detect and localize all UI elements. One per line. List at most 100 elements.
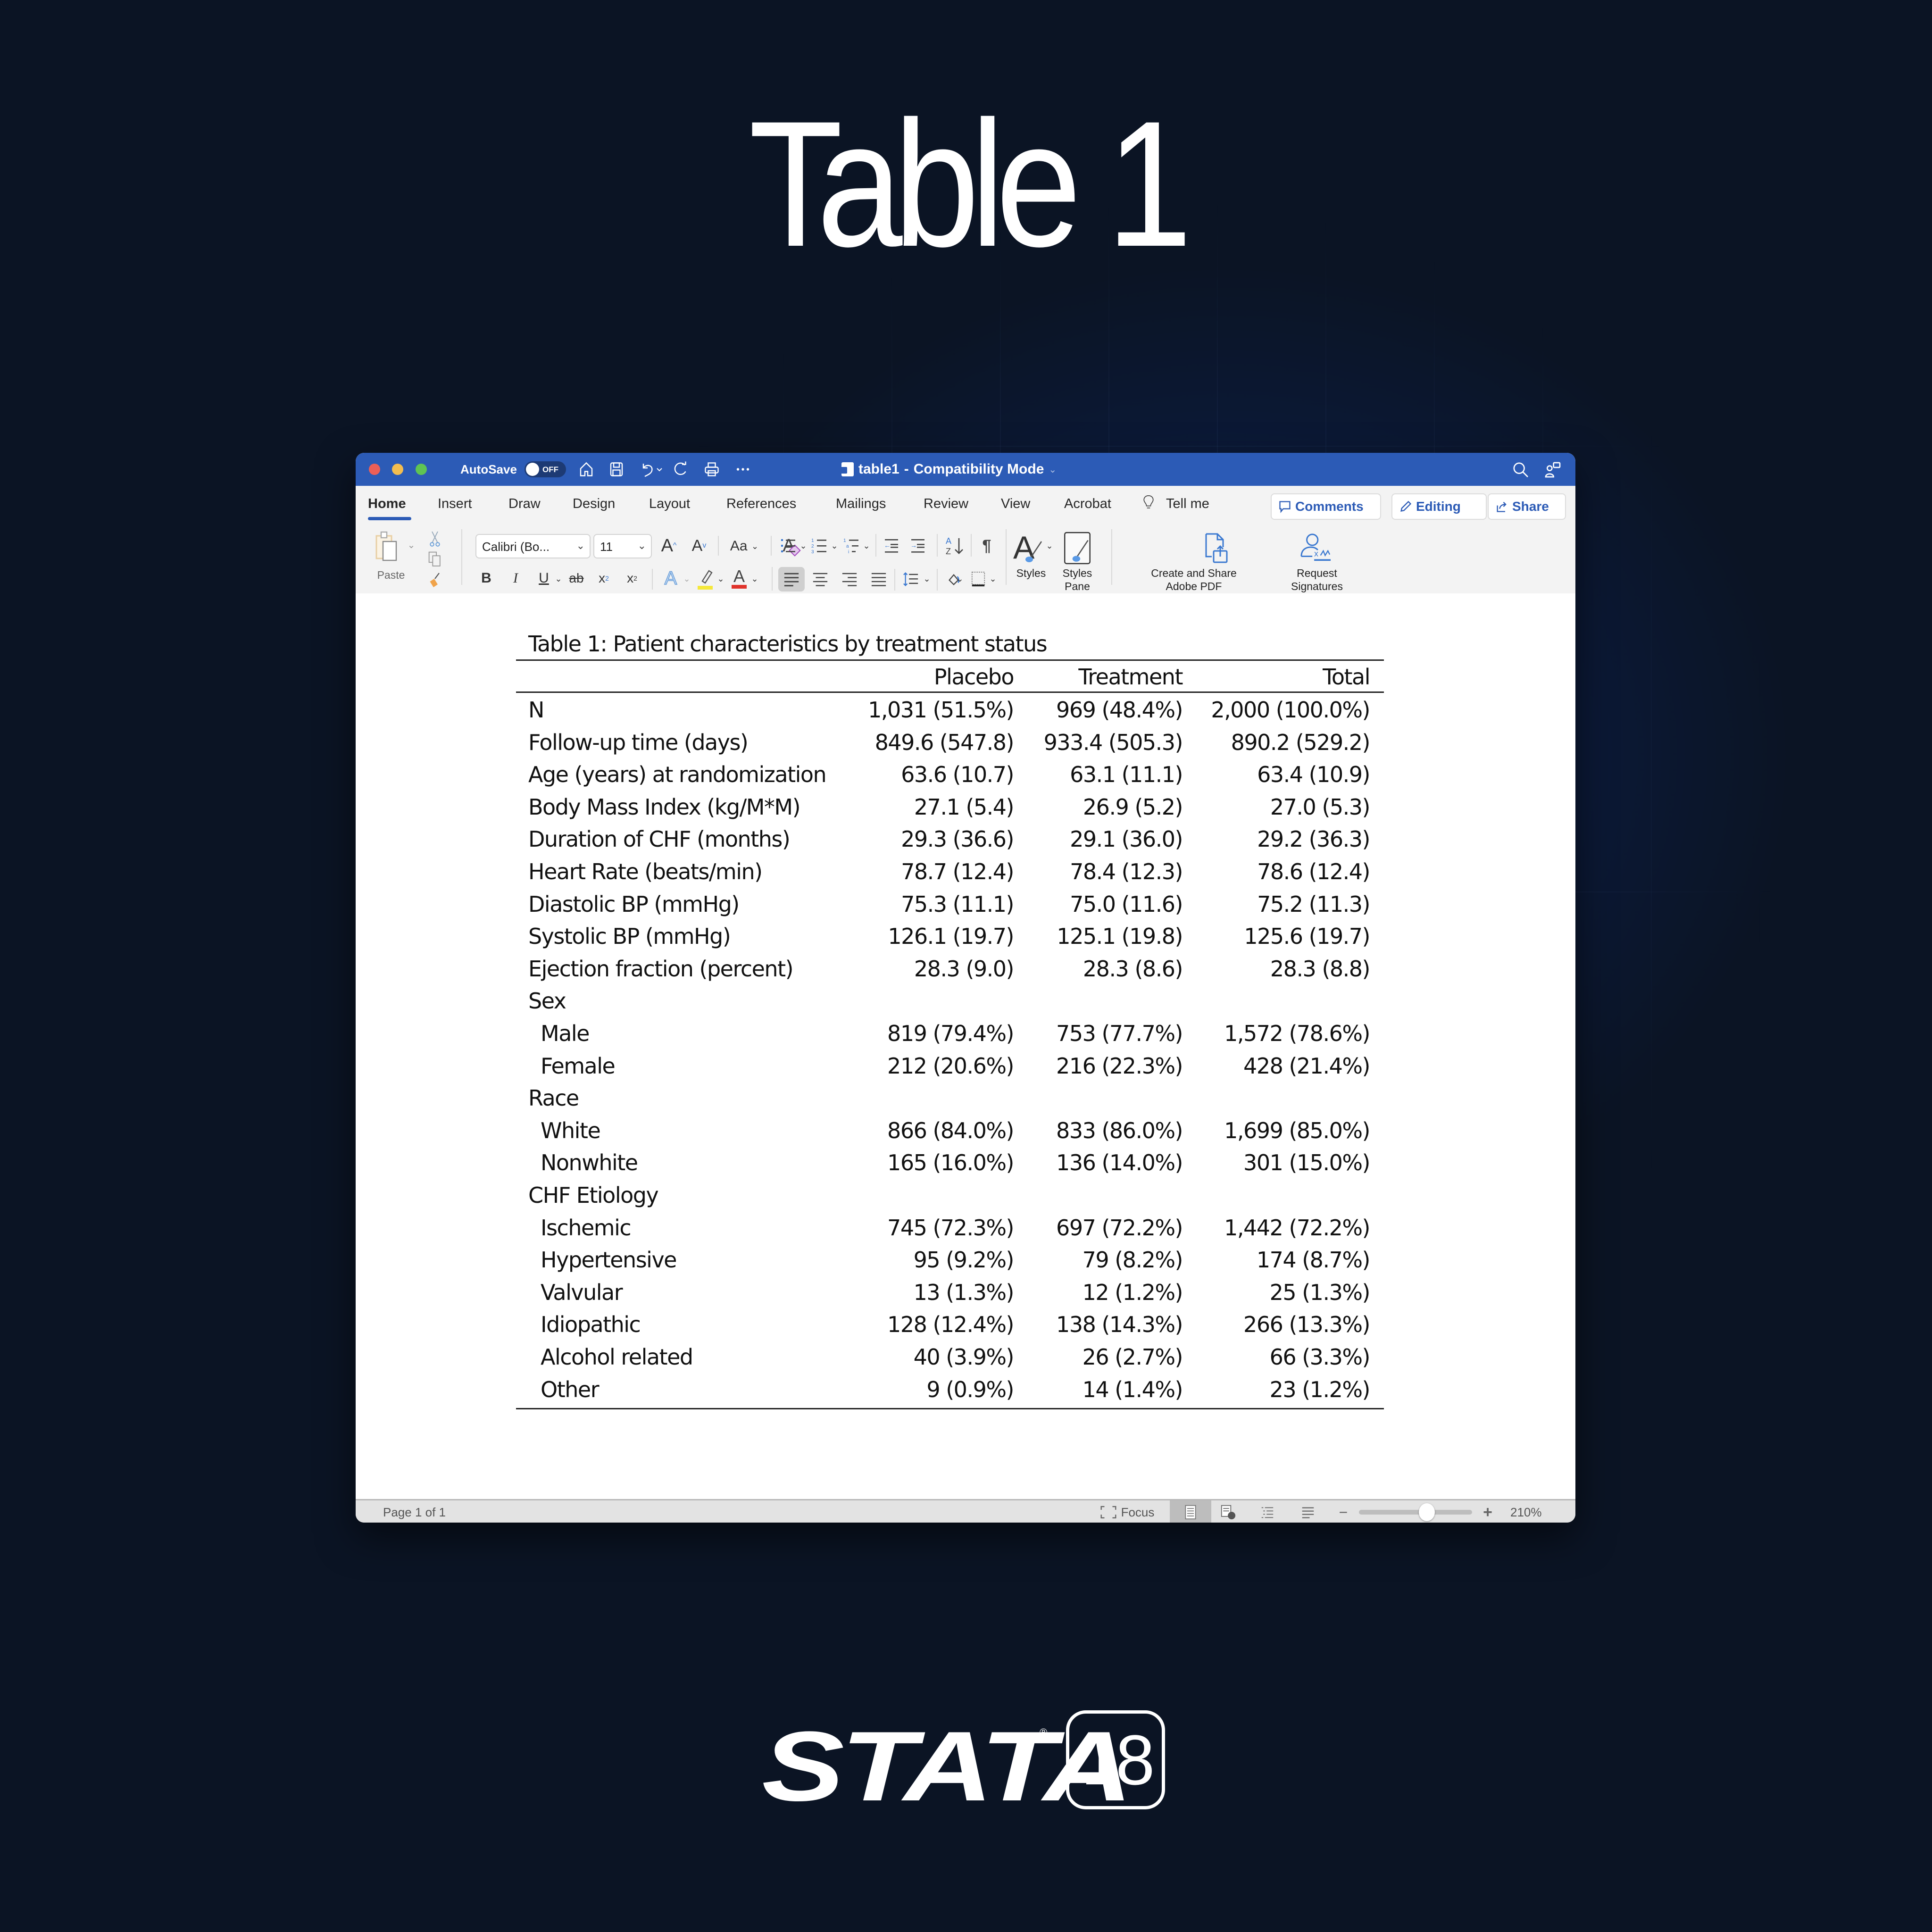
zoom-slider-thumb[interactable]	[1419, 1503, 1435, 1521]
italic-button[interactable]: I	[508, 569, 524, 588]
home-icon[interactable]	[576, 459, 596, 479]
tell-me-search[interactable]: Tell me	[1166, 496, 1209, 512]
grow-font-icon[interactable]: A ^	[658, 534, 680, 558]
superscript-button[interactable]: x2	[623, 569, 641, 588]
header-placebo: Placebo	[933, 664, 1015, 690]
line-spacing-dropdown-icon[interactable]: ⌄	[923, 571, 931, 587]
row-label: Heart Rate (beats/min)	[528, 859, 763, 884]
align-center-button[interactable]	[808, 567, 832, 591]
editing-button[interactable]: Editing	[1391, 493, 1487, 520]
more-icon[interactable]	[733, 459, 753, 479]
redo-icon[interactable]	[671, 459, 691, 479]
font-name-select[interactable]: Calibri (Bo... ⌄	[475, 534, 591, 558]
close-window-button[interactable]	[369, 464, 380, 475]
outline-view-button[interactable]	[1256, 1503, 1279, 1521]
underline-dropdown-icon[interactable]: ⌄	[554, 571, 563, 587]
zoom-level[interactable]: 210%	[1510, 1505, 1542, 1520]
font-size-select[interactable]: 11 ⌄	[593, 534, 652, 558]
create-pdf-icon[interactable]	[1200, 530, 1233, 566]
row-label: Hypertensive	[541, 1247, 677, 1273]
borders-dropdown-icon[interactable]: ⌄	[989, 571, 997, 587]
underline-button[interactable]: U	[536, 569, 552, 588]
tab-design[interactable]: Design	[573, 496, 615, 512]
font-color-dropdown-icon[interactable]: ⌄	[750, 571, 759, 587]
minimize-window-button[interactable]	[392, 464, 403, 475]
zoom-in-button[interactable]: +	[1479, 1503, 1496, 1521]
tab-acrobat[interactable]: Acrobat	[1064, 496, 1111, 512]
tab-draw[interactable]: Draw	[508, 496, 541, 512]
svg-text:1: 1	[843, 538, 846, 543]
comments-button[interactable]: Comments	[1271, 493, 1381, 520]
numbering-dropdown-icon[interactable]: ⌄	[830, 538, 839, 554]
tab-view[interactable]: View	[1001, 496, 1030, 512]
increase-indent-icon[interactable]: →	[908, 534, 928, 558]
highlight-dropdown-icon[interactable]: ⌄	[716, 571, 725, 587]
font-color-icon[interactable]: A	[728, 565, 750, 591]
bullets-dropdown-icon[interactable]: ⌄	[799, 538, 808, 554]
align-right-button[interactable]	[838, 567, 861, 591]
line-spacing-icon[interactable]	[899, 567, 923, 591]
request-signatures-icon[interactable]: x	[1296, 530, 1336, 566]
zoom-window-button[interactable]	[416, 464, 427, 475]
highlight-icon[interactable]	[694, 567, 716, 591]
search-icon[interactable]	[1511, 460, 1530, 479]
multilevel-dropdown-icon[interactable]: ⌄	[862, 538, 871, 554]
table-row: Ischemic 745 (72.3%) 697 (72.2%) 1,442 (72.…	[516, 1212, 1384, 1244]
share-button[interactable]: Share	[1488, 493, 1566, 520]
text-effects-dropdown-icon[interactable]: ⌄	[682, 571, 691, 587]
table-row: White 866 (84.0%) 833 (86.0%) 1,699 (85.0%)	[516, 1115, 1384, 1147]
tab-references[interactable]: References	[726, 496, 796, 512]
tab-insert[interactable]: Insert	[438, 496, 472, 512]
sort-icon[interactable]: AZ	[942, 533, 966, 558]
styles-icon[interactable]: A	[1012, 529, 1046, 567]
borders-icon[interactable]	[968, 567, 989, 591]
web-layout-view-button[interactable]	[1215, 1503, 1241, 1521]
align-left-button[interactable]	[778, 567, 805, 591]
show-formatting-icon[interactable]: ¶	[977, 534, 996, 558]
cut-icon[interactable]	[426, 529, 443, 548]
document-page[interactable]: Table 1: Patient characteristics by trea…	[356, 593, 1575, 1480]
print-layout-view-button[interactable]	[1170, 1500, 1211, 1523]
change-case-button[interactable]: Aa ⌄	[724, 535, 764, 558]
tab-layout[interactable]: Layout	[649, 496, 690, 512]
divider	[894, 569, 895, 591]
styles-pane-icon[interactable]	[1060, 529, 1094, 567]
create-pdf-label[interactable]: Create and Share Adobe PDF	[1141, 567, 1247, 593]
styles-dropdown-icon[interactable]: ⌄	[1045, 538, 1054, 554]
undo-dropdown-icon[interactable]	[654, 459, 665, 479]
shrink-font-icon[interactable]: Av	[688, 534, 710, 558]
bold-button[interactable]: B	[478, 569, 494, 588]
tab-review[interactable]: Review	[924, 496, 968, 512]
decrease-indent-icon[interactable]: ←	[881, 534, 902, 558]
zoom-slider[interactable]	[1359, 1503, 1472, 1521]
share-people-icon[interactable]	[1543, 460, 1562, 479]
zoom-out-button[interactable]: −	[1335, 1503, 1352, 1521]
paste-dropdown-icon[interactable]: ⌄	[407, 538, 416, 552]
cell-treatment: 138 (14.3%)	[1056, 1312, 1183, 1338]
doc-mode: Compatibility Mode	[913, 461, 1044, 477]
text-effects-icon[interactable]: A	[659, 567, 682, 590]
print-icon[interactable]	[702, 459, 722, 479]
tab-mailings[interactable]: Mailings	[836, 496, 886, 512]
subscript-button[interactable]: x2	[594, 569, 613, 588]
svg-text:i: i	[848, 550, 849, 554]
tab-home[interactable]: Home	[368, 496, 406, 512]
numbering-icon[interactable]: 123	[809, 534, 830, 558]
document-title[interactable]: table1 - Compatibility Mode ⌄	[840, 461, 1057, 477]
editing-label: Editing	[1416, 499, 1461, 514]
bullets-icon[interactable]	[778, 534, 799, 558]
svg-text:A: A	[946, 536, 951, 546]
justify-button[interactable]	[867, 567, 891, 591]
request-signatures-label[interactable]: Request Signatures	[1276, 567, 1357, 593]
table-row: Other 9 (0.9%) 14 (1.4%) 23 (1.2%)	[516, 1374, 1384, 1406]
draft-view-button[interactable]	[1296, 1503, 1320, 1521]
strikethrough-button[interactable]: ab	[566, 569, 587, 588]
copy-icon[interactable]	[426, 550, 443, 569]
save-icon[interactable]	[607, 459, 626, 479]
paste-icon[interactable]	[374, 529, 402, 565]
autosave-toggle[interactable]: OFF	[525, 461, 566, 477]
shading-dropdown-icon[interactable]: ⌄	[956, 571, 964, 587]
multilevel-list-icon[interactable]: 1ai	[841, 534, 862, 558]
focus-button[interactable]: Focus	[1090, 1503, 1165, 1521]
format-painter-icon[interactable]	[426, 571, 443, 590]
